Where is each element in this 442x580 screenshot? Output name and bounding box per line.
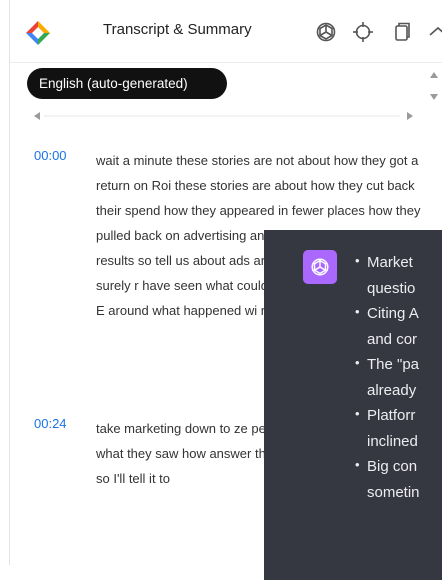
summary-bullet: The "pa already <box>355 350 442 403</box>
bullet-line: Citing A <box>367 305 419 322</box>
bullet-line: sometin <box>367 483 420 501</box>
bullet-line: and cor <box>367 330 418 348</box>
bullet-line: inclined <box>367 432 418 450</box>
summary-bullet: Market questio <box>355 248 442 301</box>
chatgpt-icon[interactable] <box>314 20 338 44</box>
summary-overlay: Market questio Citing A and cor The "pa … <box>264 230 442 580</box>
summary-bullet: Citing A and cor <box>355 299 442 352</box>
crosshair-icon[interactable] <box>351 20 375 44</box>
bullet-line: already <box>367 381 417 399</box>
panel-title: Transcript & Summary <box>103 21 252 38</box>
scroll-down-arrow[interactable] <box>430 94 438 100</box>
summary-bullet: Platforr inclined <box>355 401 442 454</box>
horizontal-scrollbar[interactable] <box>44 115 400 117</box>
copy-icon[interactable] <box>389 20 413 44</box>
panel-header: Transcript & Summary <box>10 0 442 63</box>
chatgpt-icon <box>311 258 329 276</box>
chevron-up-icon[interactable] <box>426 20 442 44</box>
bullet-line: Platforr <box>367 407 416 424</box>
language-selector[interactable]: English (auto-generated) <box>27 68 227 99</box>
scroll-up-arrow[interactable] <box>430 72 438 78</box>
bullet-line: questio <box>367 279 416 297</box>
bullet-line: Big con <box>367 458 418 475</box>
chatgpt-avatar <box>303 250 337 284</box>
scroll-right-arrow[interactable] <box>407 112 413 120</box>
summary-bullet: Big con sometin <box>355 452 442 505</box>
summary-list: Market questio Citing A and cor The "pa … <box>355 248 442 505</box>
timestamp-link[interactable]: 00:24 <box>34 416 67 431</box>
bullet-line: The "pa <box>367 356 420 373</box>
bullet-line: Market <box>367 254 413 271</box>
app-logo-icon <box>26 21 50 45</box>
timestamp-link[interactable]: 00:00 <box>34 148 67 163</box>
scroll-left-arrow[interactable] <box>34 112 40 120</box>
